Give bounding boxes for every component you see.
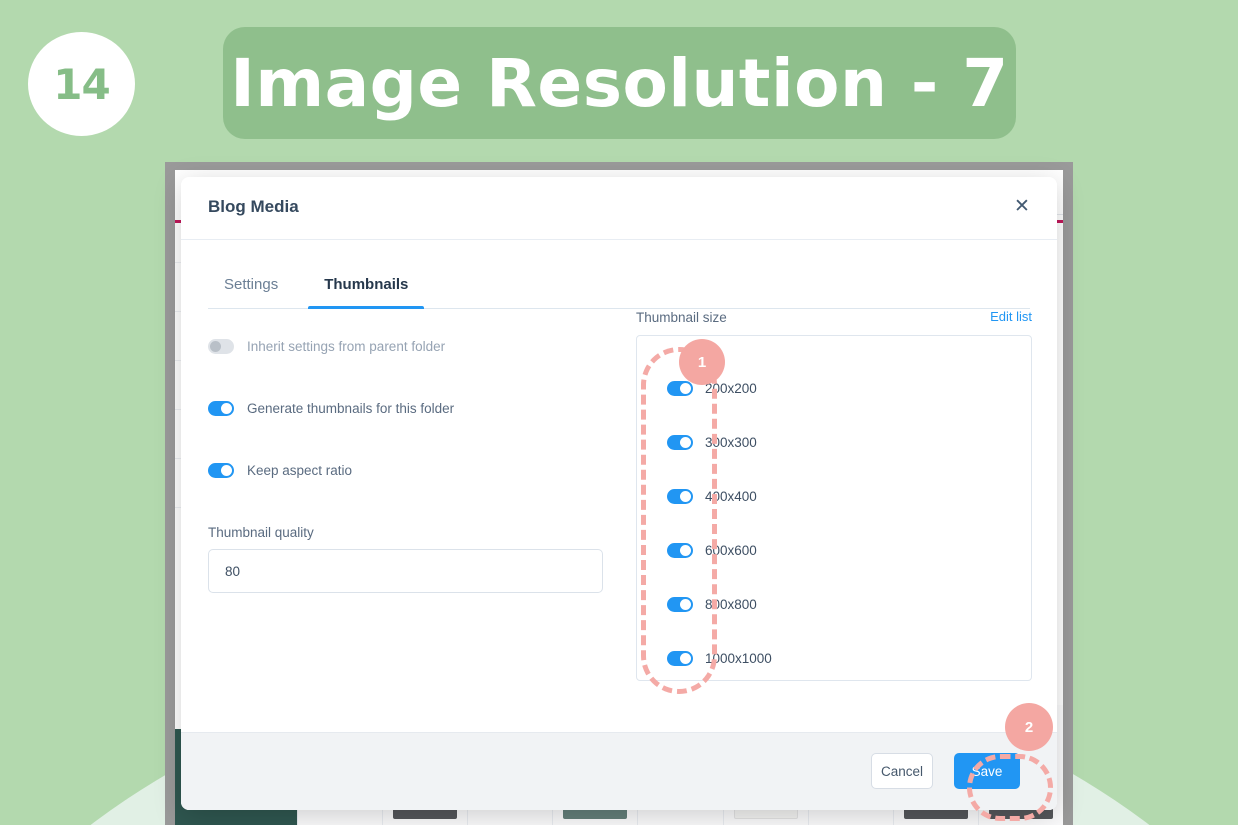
- thumbnail-size-list: 200x200 300x300 400x400 600x600 800x800: [636, 335, 1032, 681]
- settings-column: Inherit settings from parent folder Gene…: [208, 339, 608, 593]
- dialog-tabs: Settings Thumbnails: [208, 262, 1030, 309]
- dialog-header: Blog Media ✕: [181, 177, 1057, 240]
- save-button[interactable]: Save: [954, 753, 1020, 789]
- annotation-badge-2: 2: [1005, 703, 1053, 751]
- list-item: 400x400: [637, 469, 1031, 523]
- close-icon[interactable]: ✕: [1007, 191, 1037, 221]
- thumbnail-size-label: 200x200: [705, 380, 757, 396]
- thumbnail-size-title: Thumbnail size: [636, 310, 727, 325]
- tab-settings[interactable]: Settings: [208, 262, 294, 308]
- tab-thumbnails[interactable]: Thumbnails: [308, 262, 425, 309]
- slide-title-pill: Image Resolution - 7: [223, 27, 1016, 139]
- inherit-settings-label: Inherit settings from parent folder: [247, 339, 446, 354]
- step-number: 14: [53, 59, 110, 109]
- dialog-footer: Cancel Save: [181, 732, 1057, 810]
- thumbnail-size-label: 800x800: [705, 596, 757, 612]
- keep-aspect-ratio-row: Keep aspect ratio: [208, 463, 608, 478]
- list-item: 300x300: [637, 415, 1031, 469]
- list-item: 600x600: [637, 523, 1031, 577]
- generate-thumbnails-label: Generate thumbnails for this folder: [247, 401, 455, 416]
- thumbnail-size-toggle-800[interactable]: [667, 596, 693, 612]
- keep-aspect-ratio-toggle[interactable]: [208, 463, 234, 478]
- page-title: Image Resolution - 7: [230, 44, 1009, 122]
- list-item: 1000x1000: [637, 631, 1031, 685]
- slide-header: 14 Image Resolution - 7: [0, 0, 1238, 170]
- thumbnail-size-toggle-200[interactable]: [667, 380, 693, 396]
- step-number-badge: 14: [28, 32, 135, 136]
- thumbnail-size-header: Thumbnail size Edit list: [636, 309, 1032, 335]
- thumbnail-quality-input[interactable]: [208, 549, 603, 593]
- thumbnail-size-label: 600x600: [705, 542, 757, 558]
- thumbnail-size-toggle-300[interactable]: [667, 434, 693, 450]
- thumbnail-size-label: 400x400: [705, 488, 757, 504]
- edit-list-link[interactable]: Edit list: [990, 309, 1032, 324]
- generate-thumbnails-toggle[interactable]: [208, 401, 234, 416]
- thumbnail-size-toggle-400[interactable]: [667, 488, 693, 504]
- inherit-settings-toggle[interactable]: [208, 339, 234, 354]
- keep-aspect-ratio-label: Keep aspect ratio: [247, 463, 353, 478]
- inherit-settings-row: Inherit settings from parent folder: [208, 339, 608, 354]
- cancel-button[interactable]: Cancel: [871, 753, 933, 789]
- generate-thumbnails-row: Generate thumbnails for this folder: [208, 401, 608, 416]
- dialog-body: Inherit settings from parent folder Gene…: [181, 309, 1057, 739]
- thumbnail-size-label: 1000x1000: [705, 650, 772, 666]
- dialog-title: Blog Media: [208, 197, 299, 216]
- thumbnail-size-label: 300x300: [705, 434, 757, 450]
- thumbnail-quality-label: Thumbnail quality: [208, 525, 314, 540]
- list-item: 800x800: [637, 577, 1031, 631]
- annotation-badge-1: 1: [679, 339, 725, 385]
- blog-media-dialog: Blog Media ✕ Settings Thumbnails Inherit…: [181, 177, 1057, 810]
- thumbnail-size-toggle-600[interactable]: [667, 542, 693, 558]
- thumbnail-size-toggle-1000[interactable]: [667, 650, 693, 666]
